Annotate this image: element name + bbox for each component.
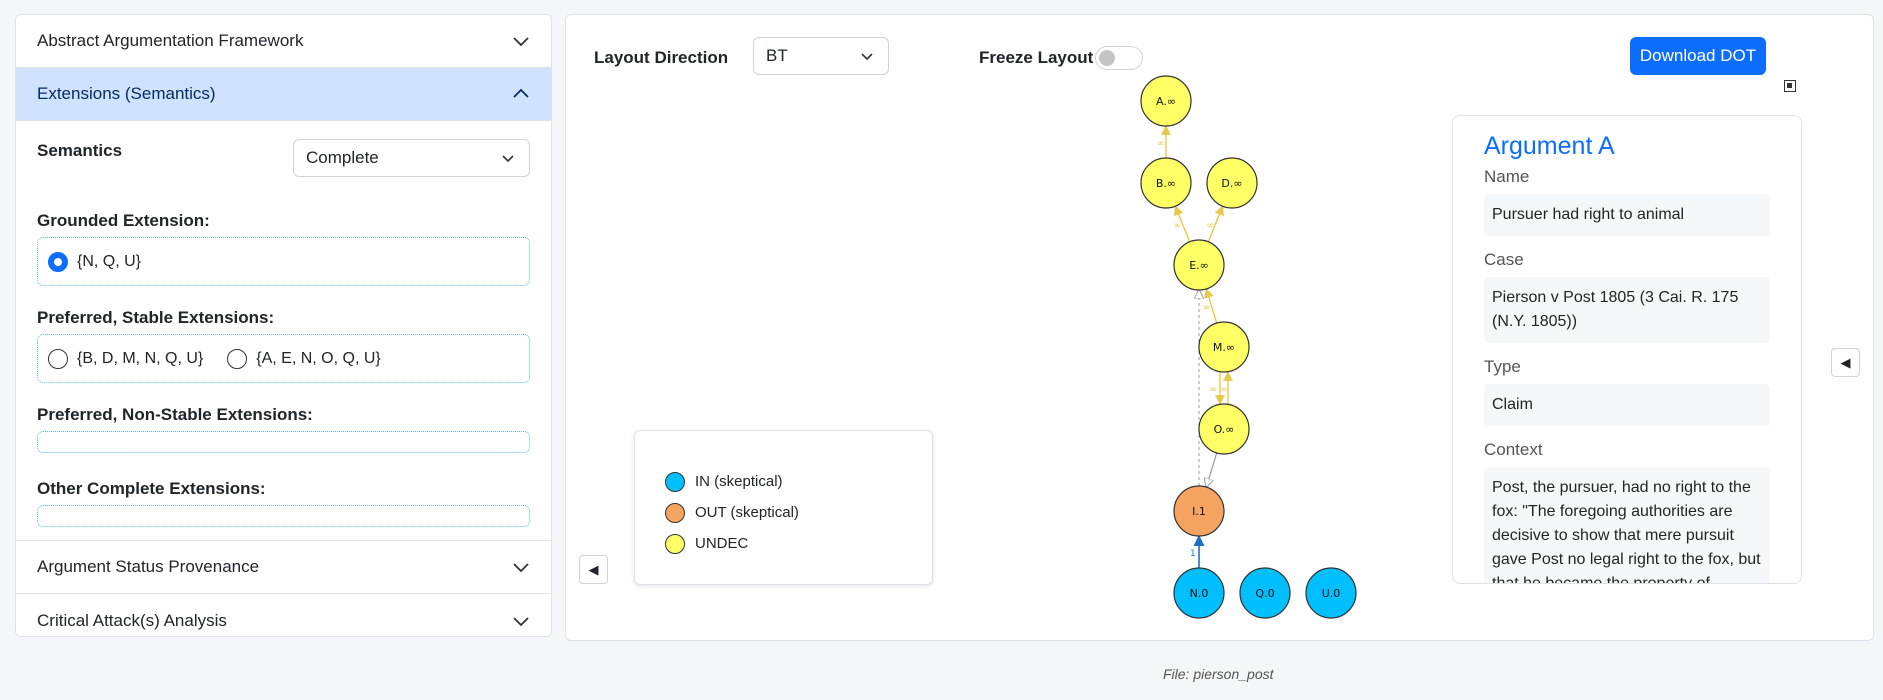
legend-swatch (665, 533, 685, 554)
preferred-stable-options: {B, D, M, N, Q, U} {A, E, N, O, Q, U} (37, 334, 530, 383)
chevron-down-icon (513, 616, 529, 626)
node-label: B.∞ (1156, 177, 1176, 190)
graph-node-U[interactable]: U.0 (1305, 567, 1357, 619)
node-label: O.∞ (1214, 423, 1235, 436)
legend-item-in: IN (skeptical) (665, 466, 902, 497)
section-extensions[interactable]: Extensions (Semantics) (16, 68, 551, 121)
other-complete-options (37, 505, 530, 527)
argument-details-card: Argument A Name Pursuer had right to ani… (1452, 115, 1802, 584)
collapse-legend-button[interactable]: ◀ (579, 555, 608, 584)
radio-unchecked-icon (227, 348, 248, 369)
node-label: D.∞ (1221, 177, 1242, 190)
section-abstract-framework[interactable]: Abstract Argumentation Framework (16, 15, 551, 68)
semantics-label: Semantics (37, 141, 123, 160)
section-title: Critical Attack(s) Analysis (37, 610, 227, 630)
section-title: Argument Status Provenance (37, 557, 260, 576)
legend-label: OUT (skeptical) (695, 504, 799, 521)
triangle-left-icon: ◀ (588, 561, 599, 577)
graph-node-A[interactable]: A.∞ (1140, 75, 1192, 127)
chevron-up-icon (513, 88, 529, 98)
grounded-option-radio[interactable]: {N, Q, U} (48, 251, 142, 272)
legend-swatch (665, 471, 685, 492)
edge-label: 1 (1190, 549, 1196, 559)
node-label: A.∞ (1156, 95, 1176, 108)
attack-edge-O-I (1206, 452, 1218, 487)
argument-title: Argument A (1484, 132, 1615, 160)
edge-label: ∞ (1203, 303, 1211, 313)
preferred-nonstable-label: Preferred, Non-Stable Extensions: (37, 405, 313, 424)
legend-swatch (665, 502, 685, 523)
context-label: Context (1484, 440, 1543, 459)
case-label: Case (1484, 250, 1524, 269)
file-caption: File: pierson_post (1163, 666, 1274, 682)
graph-node-N[interactable]: N.0 (1173, 567, 1225, 619)
edge-label: ∞ (1174, 221, 1182, 231)
node-label: U.0 (1322, 587, 1341, 600)
semantics-value: Complete (306, 148, 379, 167)
legend-label: UNDEC (695, 535, 749, 552)
preferred-stable-option-1[interactable]: {B, D, M, N, Q, U} (48, 348, 204, 369)
triangle-left-icon: ◀ (1840, 354, 1851, 370)
graph-node-I[interactable]: I.1 (1173, 485, 1225, 537)
graph-legend: IN (skeptical) OUT (skeptical) UNDEC (634, 430, 933, 585)
radio-label: {A, E, N, O, Q, U} (256, 349, 381, 367)
node-label: E.∞ (1189, 259, 1209, 272)
node-label: M.∞ (1213, 341, 1235, 354)
section-critical-attacks[interactable]: Critical Attack(s) Analysis (16, 594, 551, 636)
chevron-down-icon (513, 37, 529, 47)
graph-node-D[interactable]: D.∞ (1206, 157, 1258, 209)
edge-label: ∞ (1210, 385, 1218, 395)
grounded-extension-label: Grounded Extension: (37, 211, 210, 230)
graph-node-Q[interactable]: Q.0 (1239, 567, 1291, 619)
radio-label: {N, Q, U} (77, 252, 142, 270)
node-label: Q.0 (1255, 587, 1274, 600)
grounded-extension-options: {N, Q, U} (37, 237, 530, 286)
preferred-nonstable-options (37, 431, 530, 453)
collapse-details-button[interactable]: ◀ (1831, 348, 1860, 377)
sidebar-accordion: Abstract Argumentation Framework Extensi… (15, 14, 552, 637)
graph-node-B[interactable]: B.∞ (1140, 157, 1192, 209)
name-value: Pursuer had right to animal (1484, 194, 1770, 236)
section-title: Abstract Argumentation Framework (37, 31, 304, 50)
section-title: Extensions (Semantics) (37, 84, 216, 103)
graph-node-M[interactable]: M.∞ (1198, 321, 1250, 373)
section-status-provenance[interactable]: Argument Status Provenance (16, 541, 551, 594)
type-label: Type (1484, 357, 1521, 376)
context-value: Post, the pursuer, had no right to the f… (1484, 467, 1770, 583)
legend-item-undec: UNDEC (665, 528, 902, 559)
edge-label: ∞ (1207, 221, 1215, 231)
name-label: Name (1484, 167, 1530, 186)
edge-label: ∞ (1220, 385, 1228, 395)
type-value: Claim (1484, 384, 1770, 426)
node-label: N.0 (1190, 587, 1209, 600)
edge-label: ∞ (1157, 139, 1165, 149)
chevron-down-icon (513, 563, 529, 573)
graph-panel: Layout Direction BT Freeze Layout Downlo… (565, 14, 1874, 641)
case-value: Pierson v Post 1805 (3 Cai. R. 175 (N.Y.… (1484, 277, 1770, 343)
graph-node-O[interactable]: O.∞ (1198, 403, 1250, 455)
radio-unchecked-icon (48, 348, 68, 369)
graph-node-E[interactable]: E.∞ (1173, 239, 1225, 291)
legend-item-out: OUT (skeptical) (665, 497, 902, 528)
radio-checked-icon (48, 251, 68, 272)
node-label: I.1 (1192, 505, 1206, 518)
legend-label: IN (skeptical) (695, 473, 783, 490)
preferred-stable-option-2[interactable]: {A, E, N, O, Q, U} (227, 348, 381, 369)
other-complete-label: Other Complete Extensions: (37, 479, 266, 498)
radio-label: {B, D, M, N, Q, U} (77, 349, 204, 367)
chevron-down-icon (502, 155, 514, 163)
semantics-select[interactable]: Complete (293, 139, 530, 177)
extensions-panel: Semantics Complete Grounded Extension: {… (16, 121, 551, 541)
preferred-stable-label: Preferred, Stable Extensions: (37, 308, 275, 327)
